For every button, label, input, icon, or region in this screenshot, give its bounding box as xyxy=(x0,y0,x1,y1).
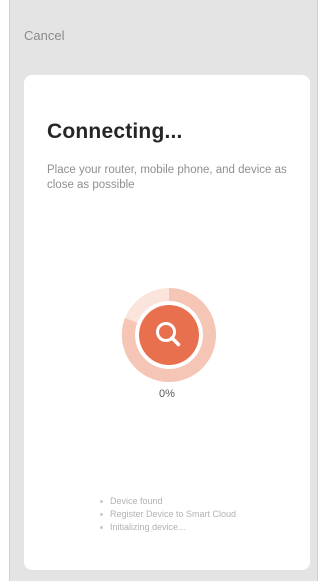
bullet-icon xyxy=(100,513,103,516)
page-title: Connecting... xyxy=(47,120,183,143)
connecting-card: Connecting... Place your router, mobile … xyxy=(24,75,310,570)
cancel-button[interactable]: Cancel xyxy=(24,28,64,43)
progress-percent: 0% xyxy=(159,388,175,400)
page-subtitle: Place your router, mobile phone, and dev… xyxy=(47,164,287,191)
step-label: Register Device to Smart Cloud xyxy=(110,509,237,519)
search-spinner xyxy=(121,287,217,383)
list-item: Register Device to Smart Cloud xyxy=(98,508,236,521)
list-item: Initializing device... xyxy=(98,521,236,534)
bullet-icon xyxy=(100,500,103,503)
list-item: Device found xyxy=(98,495,236,508)
app-screen: Cancel Connecting... Place your router, … xyxy=(9,0,318,581)
step-label: Device found xyxy=(110,496,163,506)
bullet-icon xyxy=(100,526,103,529)
connection-steps: Device found Register Device to Smart Cl… xyxy=(98,495,236,534)
spinner-core xyxy=(139,305,199,365)
step-label: Initializing device... xyxy=(110,522,186,532)
